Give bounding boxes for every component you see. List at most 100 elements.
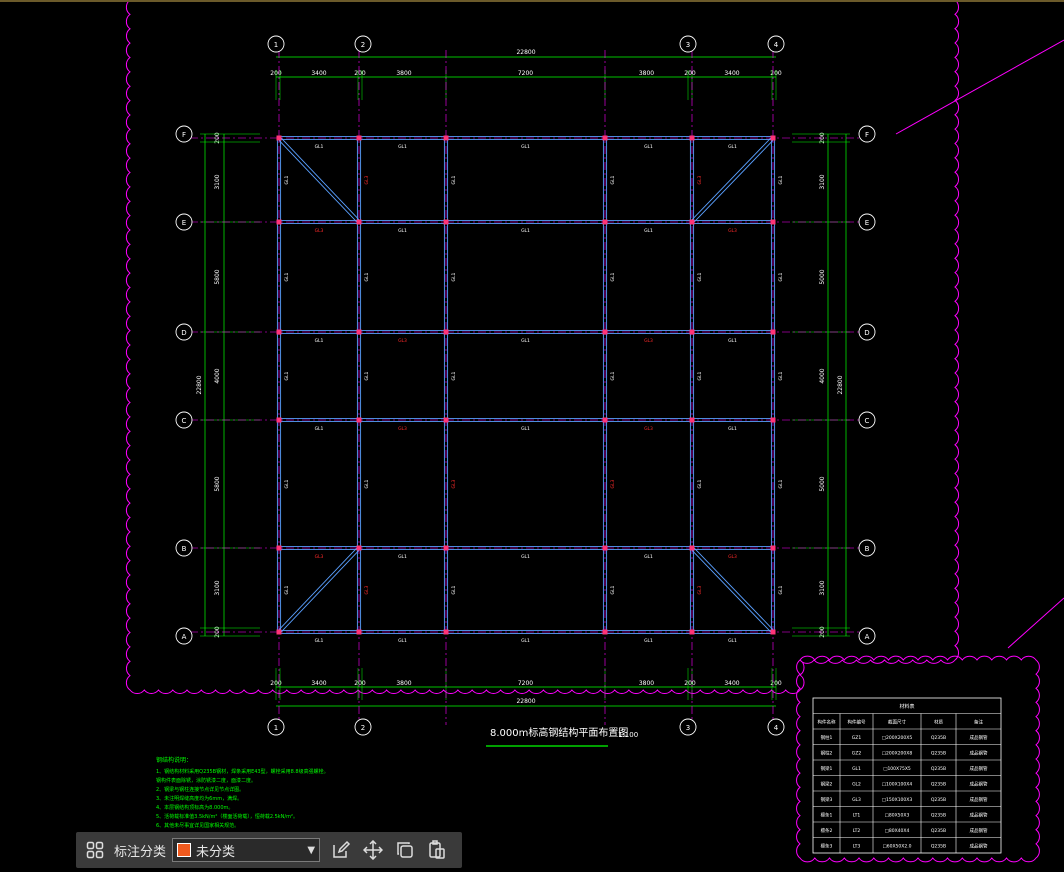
annotation-category-label: 标注分类	[114, 844, 167, 860]
column-node	[276, 329, 282, 335]
beam-label: GL1	[398, 228, 407, 234]
table-cell: □200X200X8	[882, 751, 913, 757]
table-cell: GL3	[852, 797, 861, 803]
beam-label: GL1	[697, 272, 703, 281]
table-cell: □80X40X4	[885, 828, 910, 834]
steel-beam	[279, 548, 361, 634]
table-cell: Q235B	[931, 828, 946, 834]
axis-label: 1	[274, 41, 278, 49]
table-cell: 檩条2	[821, 827, 833, 834]
revision-cloud	[125, 0, 960, 694]
beam-label: GL1	[778, 175, 784, 184]
beam-label: GL3	[451, 479, 457, 488]
dimension-text: 3400	[724, 70, 739, 77]
beam-label: GL1	[778, 479, 784, 488]
dimension-text: 3800	[396, 680, 411, 687]
chevron-down-icon: ▼	[307, 844, 316, 856]
dimension-text: 5000	[819, 476, 826, 491]
beam-label: GL1	[728, 426, 737, 432]
move-icon[interactable]	[360, 837, 386, 863]
table-cell: Q235B	[931, 766, 946, 772]
copy-icon[interactable]	[392, 837, 418, 863]
table-cell: 成品钢管	[970, 843, 988, 850]
dimension-text: 7200	[518, 680, 533, 687]
edit-icon[interactable]	[328, 837, 354, 863]
note-line: 4、本层钢结构顶标高为8.000m。	[156, 804, 233, 811]
table-cell: 成品钢管	[970, 781, 988, 788]
beam-label: GL1	[521, 426, 530, 432]
note-line: 6、其他未尽事宜详见国家相关规范。	[156, 822, 239, 829]
table-cell: 钢梁3	[821, 796, 833, 803]
drawing-title-block: 8.000m标高钢结构平面布置图 1:100	[486, 726, 638, 747]
paste-icon[interactable]	[424, 837, 450, 863]
revision-cloud	[796, 655, 1040, 863]
note-line: 钢构件表面除锈，涂防锈漆二度，面漆二度。	[156, 777, 256, 784]
beam-label: GL1	[778, 371, 784, 380]
beam-label: GL1	[315, 426, 324, 432]
beam-label: GL1	[728, 638, 737, 644]
dimension-text: 22800	[516, 49, 535, 56]
beam-label: GL3	[697, 175, 703, 184]
dimension-text: 3400	[311, 70, 326, 77]
dimension-text: 22800	[837, 375, 844, 394]
dimension-text: 3400	[724, 680, 739, 687]
column-node	[356, 329, 362, 335]
beam-label: GL1	[728, 338, 737, 344]
table-cell: Q235B	[931, 844, 946, 850]
table-title: 材料表	[899, 703, 914, 710]
annotation-toolbar: 标注分类 未分类 ▼	[76, 832, 462, 868]
beam-label: GL1	[610, 175, 616, 184]
axis-grid	[190, 50, 860, 725]
beam-label: GL1	[398, 638, 407, 644]
axis-label: A	[865, 633, 870, 641]
grid-view-icon[interactable]	[82, 837, 108, 863]
column-node	[689, 329, 695, 335]
column-node	[770, 629, 776, 635]
beam-label: GL1	[644, 228, 653, 234]
beam-label: GL1	[521, 638, 530, 644]
column-node	[602, 629, 608, 635]
table-cell: 成品钢管	[970, 796, 988, 803]
column-node	[356, 629, 362, 635]
beam-label: GL1	[521, 338, 530, 344]
column-node	[443, 329, 449, 335]
table-cell: GZ1	[852, 735, 862, 741]
table-cell: 成品钢管	[970, 750, 988, 757]
category-dropdown[interactable]: 未分类 ▼	[172, 838, 321, 862]
category-color-swatch	[177, 843, 192, 857]
axis-label: C	[865, 417, 870, 425]
table-cell: Q235B	[931, 813, 946, 819]
beam-label: GL1	[284, 479, 290, 488]
table-cell: Q235B	[931, 797, 946, 803]
table-cell: GZ2	[852, 751, 862, 757]
dimension-text: 22800	[516, 698, 535, 705]
column-node	[770, 329, 776, 335]
axis-label: 4	[774, 41, 779, 49]
category-selected-value: 未分类	[196, 844, 236, 860]
table-header: 备注	[974, 719, 983, 726]
cad-drawing-canvas[interactable]: 22800 22800 200 200 3400 3400 200 200 3800 3800 72…	[0, 0, 1064, 872]
table-header: 构件编号	[848, 719, 866, 726]
structural-notes: 钢结构说明： 1、钢结构材料采用Q235B钢材，焊条采用E43型，螺栓采用8.8…	[156, 756, 329, 829]
axis-label: D	[181, 329, 186, 337]
column-node	[770, 219, 776, 225]
beam-label: GL1	[697, 479, 703, 488]
dimension-text: 22800	[196, 375, 203, 394]
table-cell: 成品钢管	[970, 765, 988, 772]
table-cell: LT3	[853, 844, 861, 850]
column-node	[276, 545, 282, 551]
beam-label: GL3	[364, 585, 370, 594]
beam-label: GL1	[697, 371, 703, 380]
column-node	[443, 219, 449, 225]
beam-label: GL3	[398, 338, 407, 344]
axis-label: B	[865, 545, 870, 553]
table-cell: Q235B	[931, 735, 946, 741]
beam-label: GL1	[644, 554, 653, 560]
column-node	[602, 545, 608, 551]
dimension-text: 5800	[214, 269, 221, 284]
table-cell: GL2	[852, 782, 861, 788]
axis-label: E	[865, 219, 869, 227]
beam-label: GL1	[284, 175, 290, 184]
table-cell: 成品钢管	[970, 734, 988, 741]
dimension-text: 4000	[214, 368, 221, 383]
